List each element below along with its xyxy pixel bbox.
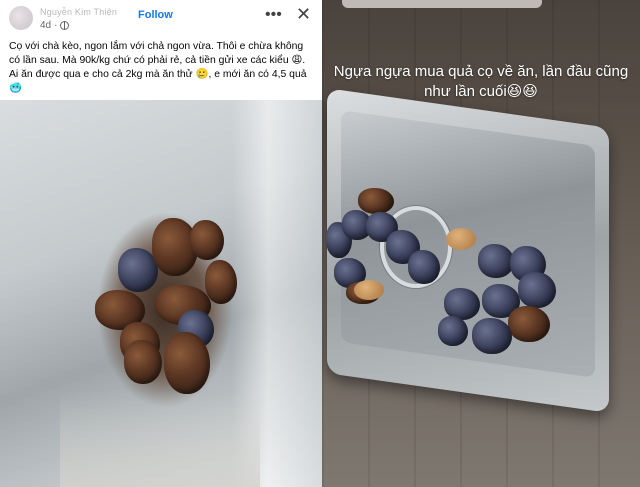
- palm-fruit: [518, 272, 556, 308]
- follow-button[interactable]: Follow: [138, 9, 173, 21]
- palm-fruit: [472, 318, 512, 354]
- facebook-post-panel: Nguyễn Kim Thiện 4d · Follow ••• ✕ Cọ vớ…: [0, 0, 322, 487]
- author-name[interactable]: Nguyễn Kim Thiện: [40, 7, 117, 17]
- palm-seed: [354, 280, 384, 300]
- palm-seed: [446, 228, 476, 250]
- story-photo-panel[interactable]: Ngựa ngựa mua quả cọ về ăn, lần đầu cũng…: [322, 0, 640, 487]
- avatar[interactable]: [9, 6, 33, 30]
- palm-fruit: [438, 316, 468, 346]
- story-top-bar: [342, 0, 542, 8]
- bag-bottom: [60, 390, 260, 487]
- palm-fruit: [205, 260, 237, 304]
- metal-tray: [327, 88, 609, 413]
- post-meta: 4d ·: [40, 20, 70, 31]
- post-header: Nguyễn Kim Thiện 4d · Follow ••• ✕: [0, 0, 322, 34]
- globe-icon: [60, 21, 70, 30]
- palm-fruit: [478, 244, 514, 278]
- post-time[interactable]: 4d: [40, 20, 51, 31]
- more-icon[interactable]: •••: [265, 6, 282, 24]
- palm-fruit: [358, 188, 394, 214]
- palm-fruit: [164, 332, 210, 394]
- close-icon[interactable]: ✕: [296, 4, 311, 25]
- palm-fruit: [190, 220, 224, 260]
- palm-fruit: [408, 250, 440, 284]
- post-photo[interactable]: [0, 100, 322, 487]
- post-caption: Cọ với chà kèo, ngon lắm với chả ngon vừ…: [9, 41, 307, 94]
- palm-fruit: [508, 306, 550, 342]
- palm-fruit: [124, 340, 162, 384]
- separator-dot: ·: [54, 20, 58, 31]
